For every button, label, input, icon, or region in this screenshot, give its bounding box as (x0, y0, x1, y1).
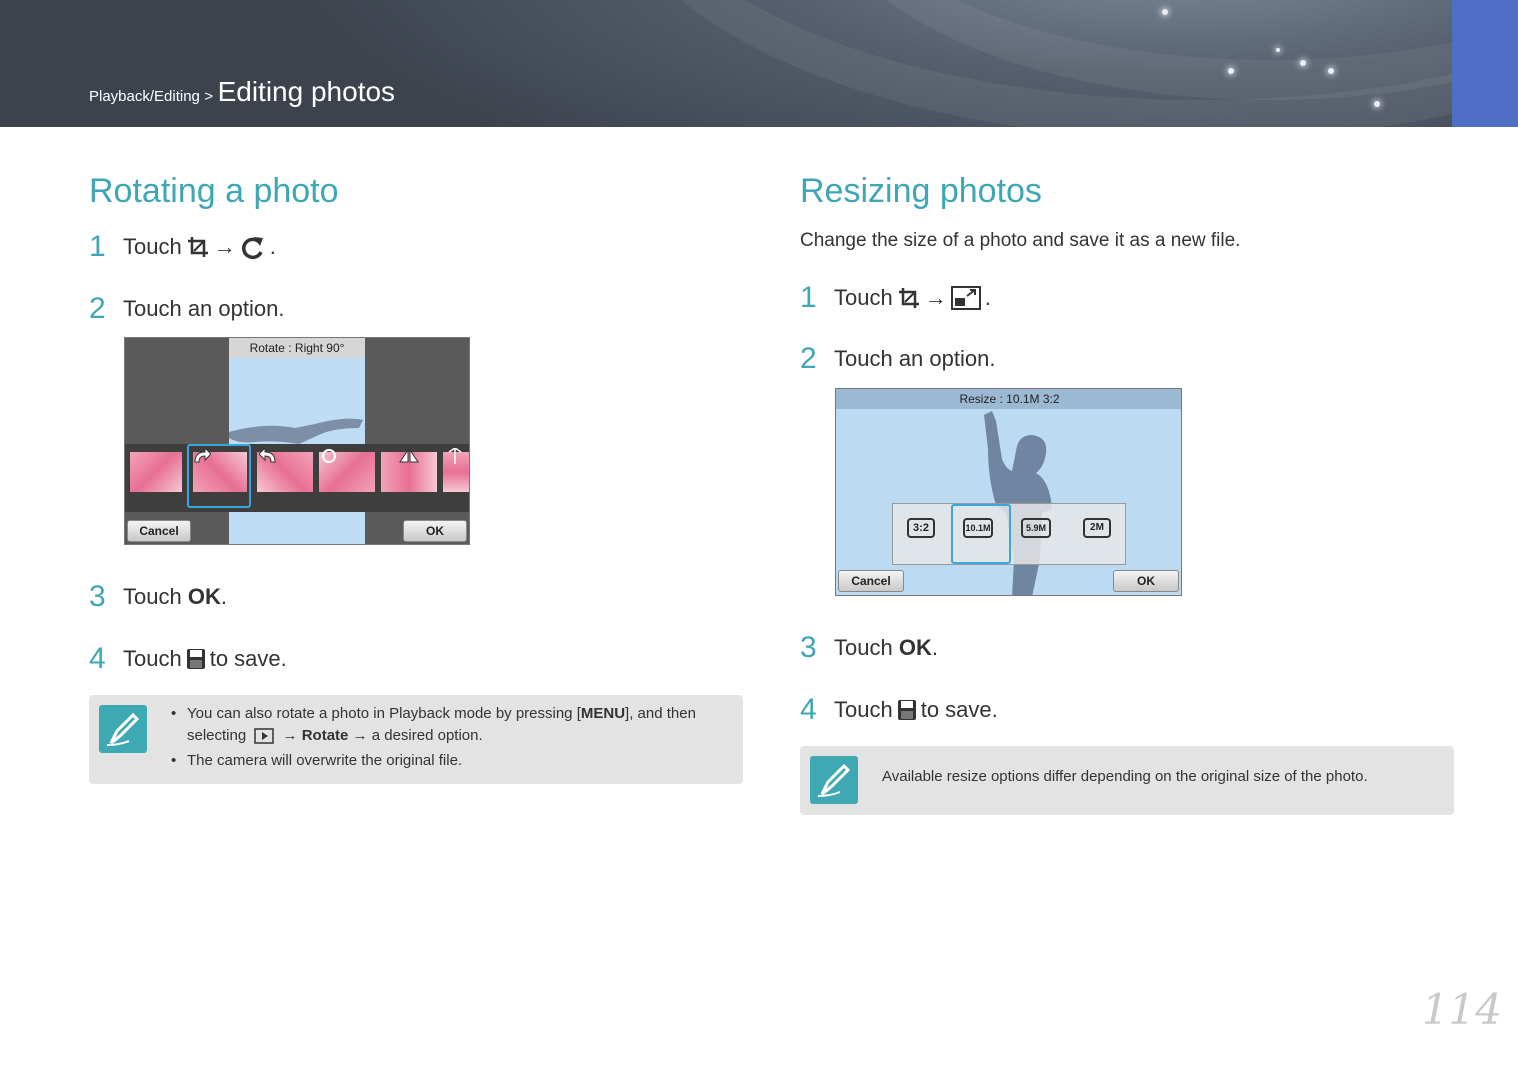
resize-note-text: Available resize options differ dependin… (882, 768, 1368, 785)
playback-key-icon (254, 728, 275, 744)
rotate-180-icon (322, 449, 336, 463)
resize-screen: Resize : 10.1M 3:2 3:2 10.1M 5.9M 2M Can… (835, 388, 1182, 596)
note-pen-icon (99, 705, 147, 753)
rotate-option-flip-horizontal[interactable] (381, 448, 437, 492)
save-icon (897, 700, 916, 720)
rotate-cancel-button[interactable]: Cancel (127, 520, 191, 542)
resize-step-3: 3 Touch OK. (800, 631, 938, 664)
resize-caption: Resize : 10.1M 3:2 (836, 389, 1181, 409)
rotate-note-bullet-1: You can also rotate a photo in Playback … (171, 703, 731, 747)
rotate-title: Rotating a photo (89, 172, 339, 210)
section-tab (1452, 0, 1518, 127)
resize-cancel-button[interactable]: Cancel (838, 570, 904, 592)
rotate-step-2: 2 Touch an option. (89, 292, 285, 325)
resize-title: Resizing photos (800, 172, 1042, 210)
resize-note: Available resize options differ dependin… (800, 746, 1454, 815)
rotate-right-icon (194, 448, 211, 463)
crop-edit-icon (187, 237, 208, 257)
rotate-note: You can also rotate a photo in Playback … (89, 695, 743, 784)
resize-option-10m[interactable]: 10.1M (963, 518, 993, 538)
rotate-option-180[interactable] (319, 449, 375, 492)
rotate-left-icon (259, 448, 276, 463)
note-pen-icon (810, 756, 858, 804)
resize-option-2m[interactable]: 2M (1083, 518, 1111, 538)
page-header: Playback/Editing > Editing photos (0, 0, 1518, 127)
crop-edit-icon (898, 288, 919, 308)
flip-vertical-icon (448, 448, 462, 464)
rotate-step-1: 1 Touch → . (89, 230, 276, 263)
menu-key: MENU (580, 705, 626, 722)
resize-step-2: 2 Touch an option. (800, 342, 996, 375)
rotate-screen: Rotate : Right 90° Cancel OK (124, 337, 470, 545)
breadcrumb-page: Editing photos (217, 76, 396, 107)
resize-step-4: 4 Touch to save. (800, 693, 998, 726)
rotate-note-bullet-2: The camera will overwrite the original f… (171, 750, 731, 772)
breadcrumb-section: Playback/Editing (89, 88, 200, 105)
rotate-caption: Rotate : Right 90° (229, 338, 365, 358)
breadcrumb-separator: > (204, 88, 214, 105)
rotate-step-3: 3 Touch OK. (89, 580, 227, 613)
rotate-option-left-90[interactable] (257, 448, 313, 492)
resize-step-1: 1 Touch → . (800, 281, 991, 314)
resize-icon (950, 286, 981, 310)
rotate-option-strip (125, 444, 469, 512)
rotate-option-original[interactable] (130, 452, 182, 492)
resize-ok-button[interactable]: OK (1113, 570, 1179, 592)
resize-lead: Change the size of a photo and save it a… (800, 230, 1241, 251)
rotate-step-4: 4 Touch to save. (89, 642, 287, 675)
page-number: 114 (1421, 985, 1502, 1034)
rotate-ok-button[interactable]: OK (403, 520, 467, 542)
breadcrumb: Playback/Editing > Editing photos (89, 76, 395, 108)
resize-option-panel: 3:2 10.1M 5.9M 2M (892, 503, 1126, 565)
rotate-icon (241, 237, 263, 260)
rotate-option-right-90[interactable] (187, 444, 251, 508)
flip-horizontal-icon (399, 448, 419, 463)
resize-option-5m[interactable]: 5.9M (1021, 518, 1051, 538)
rotate-option-flip-vertical[interactable] (443, 448, 469, 492)
save-icon (186, 649, 205, 669)
resize-option-aspect[interactable]: 3:2 (907, 518, 935, 538)
